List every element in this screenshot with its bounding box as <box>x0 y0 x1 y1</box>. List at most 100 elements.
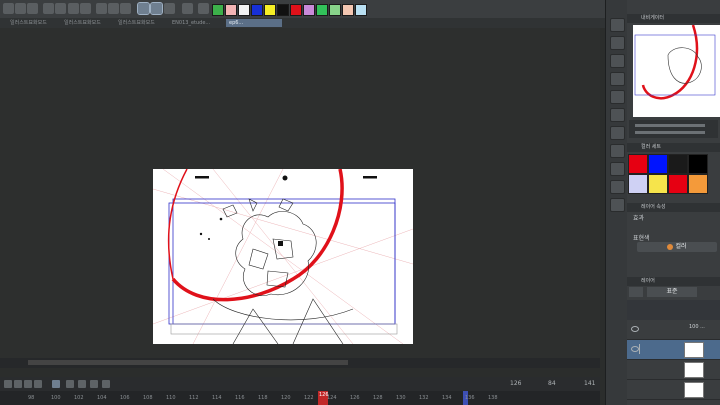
swatch-white[interactable] <box>238 4 250 16</box>
swatch-green[interactable] <box>212 4 224 16</box>
invert-selection-icon[interactable] <box>120 3 131 14</box>
frame-tick: 136 <box>465 395 475 401</box>
frame-tick: 104 <box>97 395 107 401</box>
navigator-thumbnail <box>634 24 716 100</box>
frame-tick: 128 <box>373 395 383 401</box>
swatch-yellow[interactable] <box>264 4 276 16</box>
menu-icon[interactable] <box>3 3 14 14</box>
color-set-cell[interactable] <box>628 174 648 194</box>
new-cel-icon[interactable] <box>66 380 74 388</box>
redo-icon[interactable] <box>27 3 38 14</box>
subview-icon[interactable] <box>610 144 625 158</box>
frame-tick: 130 <box>396 395 406 401</box>
undo-icon[interactable] <box>15 3 26 14</box>
color-wheel-icon[interactable] <box>610 162 625 176</box>
rotate-icon[interactable] <box>610 54 625 68</box>
visibility-icon[interactable] <box>631 346 639 352</box>
next-frame-icon[interactable] <box>34 380 42 388</box>
delete-frame-icon[interactable] <box>102 380 110 388</box>
swatch-pink[interactable] <box>225 4 237 16</box>
navigator-icon[interactable] <box>610 126 625 140</box>
color-set-cell[interactable] <box>688 174 708 194</box>
swatch-purple[interactable] <box>303 4 315 16</box>
layer-row[interactable] <box>627 380 720 400</box>
swatch-green-2[interactable] <box>316 4 328 16</box>
layer-folder[interactable]: 100 ... <box>627 320 720 340</box>
tab-document-1[interactable]: 일러스트묘화모드 <box>10 19 58 27</box>
tab-document-2[interactable]: 일러스트묘화모드 <box>64 19 112 27</box>
canvas-paper[interactable] <box>152 168 414 345</box>
swatch-blue[interactable] <box>251 4 263 16</box>
expression-color-value: 컬러 <box>675 243 687 250</box>
swatch-red[interactable] <box>290 4 302 16</box>
frame-tick: 120 <box>281 395 291 401</box>
color-set-cell[interactable] <box>628 154 648 174</box>
material-icon[interactable] <box>610 108 625 122</box>
layer-row-selected[interactable] <box>627 340 720 360</box>
first-frame-icon[interactable] <box>4 380 12 388</box>
frame-tick: 114 <box>212 395 222 401</box>
timeline-ruler[interactable]: 98 100 102 104 106 108 110 112 114 116 118 120 122 12… <box>0 391 600 405</box>
color-set-cell[interactable] <box>668 154 688 174</box>
layer-icon[interactable] <box>610 90 625 104</box>
layer-lock-icon[interactable] <box>629 287 643 297</box>
layer-options-row <box>627 300 720 320</box>
navigator-sliders[interactable] <box>629 120 718 138</box>
history-icon[interactable] <box>610 198 625 212</box>
blend-mode-dropdown[interactable]: 표준 <box>647 287 697 297</box>
right-panel: 내비게이터 컬러 세트 레이어 속성 효과 표현색 컬러 레이어 표준 100 … <box>627 0 720 405</box>
canvas-horizontal-scrollbar[interactable] <box>0 358 600 368</box>
new-keyframe-icon[interactable] <box>78 380 86 388</box>
expression-color-label: 표현색 <box>633 235 650 242</box>
swatch-peach[interactable] <box>342 4 354 16</box>
color-set-cell[interactable] <box>668 174 688 194</box>
swatch-black[interactable] <box>277 4 289 16</box>
select-all-icon[interactable] <box>96 3 107 14</box>
layer-thumbnail <box>684 362 704 378</box>
fill-icon[interactable] <box>55 3 66 14</box>
play-icon[interactable] <box>24 380 32 388</box>
close-panel-icon[interactable] <box>610 72 625 86</box>
crop-icon[interactable] <box>80 3 91 14</box>
end-frame-readout: 141 <box>584 380 596 387</box>
frame-tick: 122 <box>304 395 314 401</box>
layer-row[interactable] <box>627 360 720 380</box>
prev-frame-icon[interactable] <box>14 380 22 388</box>
swatch-light-green[interactable] <box>329 4 341 16</box>
color-mode-icon[interactable] <box>198 3 209 14</box>
tab-document-active[interactable]: ep6... <box>226 19 282 27</box>
move-icon[interactable] <box>68 3 79 14</box>
pen-pressure-icon[interactable] <box>150 2 163 15</box>
frame-tick: 110 <box>166 395 176 401</box>
expression-color-dropdown[interactable]: 컬러 <box>637 242 717 252</box>
color-set-icon[interactable] <box>610 180 625 194</box>
layer-thumbnail <box>684 382 704 398</box>
swatch-light-blue[interactable] <box>355 4 367 16</box>
tab-document-3[interactable]: 일러스트묘화모드 <box>118 19 166 27</box>
hand-icon[interactable] <box>610 36 625 50</box>
transform-icon[interactable] <box>43 3 54 14</box>
frame-tick: 102 <box>74 395 84 401</box>
pen-icon[interactable] <box>164 3 175 14</box>
color-set-grid <box>627 153 720 194</box>
visibility-icon[interactable] <box>631 326 639 332</box>
color-set-cell[interactable] <box>688 154 708 174</box>
tablet-icon[interactable] <box>182 3 193 14</box>
frame-tick: 98 <box>28 395 35 401</box>
tab-document-4[interactable]: EN013_etude... <box>172 19 220 27</box>
color-set-cell[interactable] <box>648 174 668 194</box>
onion-skin-icon[interactable] <box>52 380 60 388</box>
right-tool-strip <box>605 0 628 405</box>
current-frame-label: 126 <box>319 392 329 398</box>
frame-tick: 134 <box>442 395 452 401</box>
color-set-cell[interactable] <box>648 154 668 174</box>
effect-label: 효과 <box>633 215 645 222</box>
zoom-icon[interactable] <box>610 18 625 32</box>
frame-tick: 132 <box>419 395 429 401</box>
frame-tick: 106 <box>120 395 130 401</box>
deselect-icon[interactable] <box>108 3 119 14</box>
folder-label: 100 ... <box>689 324 705 330</box>
assign-cel-icon[interactable] <box>90 380 98 388</box>
pen-stabilizer-icon[interactable] <box>137 2 150 15</box>
navigator-preview[interactable] <box>633 24 720 117</box>
